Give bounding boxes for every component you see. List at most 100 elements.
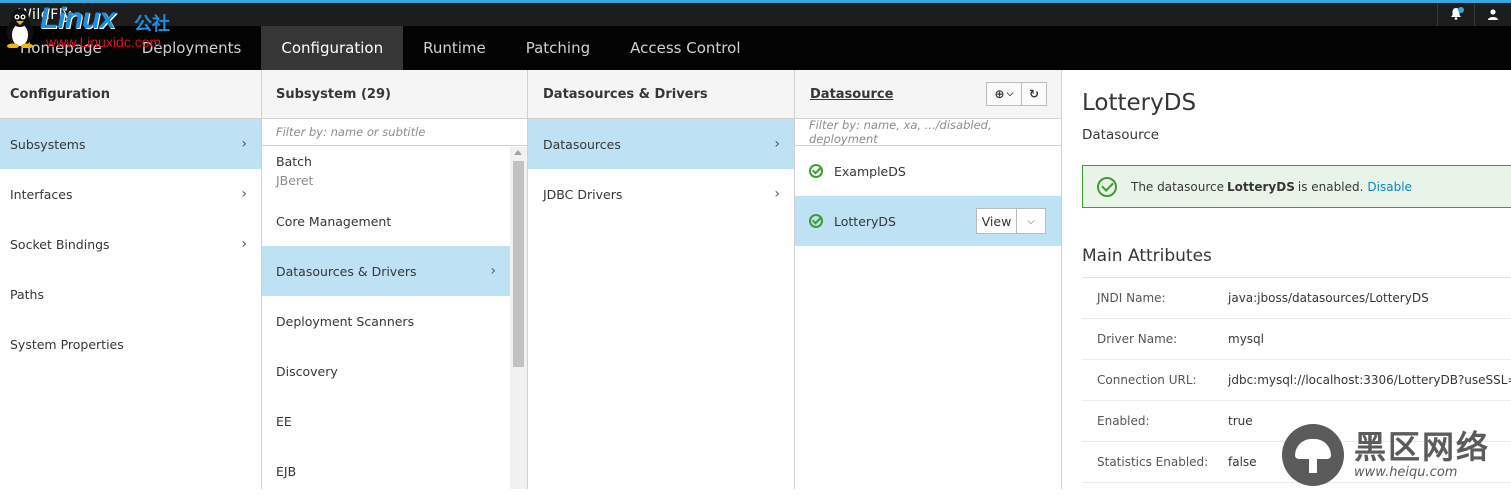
datasource-column: Datasource ⊕ ⌵ ↻ Filter by: name, xa, ..… [795,70,1062,489]
config-item-interfaces[interactable]: Interfaces › [0,169,261,219]
notifications-button[interactable] [1437,3,1474,26]
main-attributes-heading: Main Attributes [1082,246,1212,266]
configuration-column-title: Configuration [0,70,261,119]
config-item-subsystems[interactable]: Subsystems › [0,119,261,169]
chevron-right-icon: › [241,136,247,152]
subsystem-item-label: EJB [276,463,297,479]
dsdrivers-item-label: JDBC Drivers [543,186,623,202]
attribute-name: Driver Name: [1097,332,1178,346]
datasource-filter-input[interactable]: Filter by: name, xa, .../disabled, deplo… [795,118,1061,146]
subsystem-item-datasources-drivers[interactable]: Datasources & Drivers › [262,246,510,296]
view-button[interactable]: View [977,209,1017,233]
nav-deployments[interactable]: Deployments [122,26,262,70]
view-dropdown-toggle[interactable]: ⌵ [1017,209,1045,233]
ok-circle-icon [809,214,823,228]
refresh-icon: ↻ [1028,87,1040,101]
utility-bar: WildFly [0,3,1511,26]
subsystem-item-deployment-scanners[interactable]: Deployment Scanners [262,296,510,346]
datasources-drivers-column: Datasources & Drivers Datasources › JDBC… [528,70,795,489]
user-icon [1487,5,1499,24]
scrollbar-thumb[interactable] [513,161,524,367]
brand-logo: WildFly [18,7,72,23]
ok-circle-icon [809,164,823,178]
refresh-button[interactable]: ↻ [1022,82,1047,106]
configuration-column: Configuration Subsystems › Interfaces › … [0,70,262,489]
datasource-item-label: ExampleDS [834,163,906,179]
attribute-name: JNDI Name: [1097,291,1166,305]
subsystem-scrollbar[interactable] [510,147,527,489]
notification-dot [1458,7,1464,13]
datasource-column-title[interactable]: Datasource [810,87,893,102]
subsystem-item-label: Batch [276,154,312,169]
detail-subtitle: Datasource [1082,127,1160,143]
chevron-right-icon: › [241,236,247,252]
datasource-item-label: LotteryDS [834,213,896,229]
config-item-label: Subsystems [10,136,86,152]
subsystem-item-ee[interactable]: EE [262,396,510,446]
config-item-label: Paths [10,286,44,302]
nav-homepage[interactable]: Homepage [0,26,122,70]
dsdrivers-item-datasources[interactable]: Datasources › [528,119,794,169]
chevron-right-icon: › [490,263,496,279]
attribute-row: JNDI Name: java:jboss/datasources/Lotter… [1082,278,1511,319]
config-item-label: Socket Bindings [10,236,110,252]
attribute-name: Connection URL: [1097,373,1197,387]
dsdrivers-item-jdbc-drivers[interactable]: JDBC Drivers › [528,169,794,219]
nav-access-control[interactable]: Access Control [610,26,760,70]
subsystem-item-label: EE [276,413,292,429]
datasource-item-lotteryds[interactable]: LotteryDS View ⌵ [795,196,1061,246]
subsystem-item-batch[interactable]: Batch JBeret [262,146,510,196]
subsystem-item-core-management[interactable]: Core Management [262,196,510,246]
subsystem-column-title: Subsystem (29) [262,70,527,119]
attribute-value: false [1228,455,1257,469]
dsdrivers-item-label: Datasources [543,136,621,152]
user-menu-button[interactable] [1474,3,1511,26]
add-circle-icon: ⊕ [994,87,1005,101]
subsystem-item-label: Datasources & Drivers [276,263,417,279]
attribute-row: Connection URL: jdbc:mysql://localhost:3… [1082,360,1511,401]
detail-title: LotteryDS [1082,90,1197,116]
attribute-name: Statistics Enabled: [1097,455,1209,469]
attribute-value: jdbc:mysql://localhost:3306/LotteryDB?us… [1228,373,1511,387]
subsystem-item-subtitle: JBeret [276,173,314,188]
config-item-label: Interfaces [10,186,73,202]
attribute-name: Enabled: [1097,414,1150,428]
chevron-down-icon: ⌵ [1006,89,1014,99]
add-datasource-button[interactable]: ⊕ ⌵ [986,82,1022,106]
disable-link[interactable]: Disable [1367,180,1412,194]
status-alert: The datasource LotteryDS is enabled. Dis… [1082,165,1511,208]
mushroom-logo-icon [1282,423,1344,486]
chevron-down-icon: ⌵ [1027,215,1035,227]
scroll-up-arrow-icon[interactable] [514,150,522,155]
config-item-label: System Properties [10,336,124,352]
nav-runtime[interactable]: Runtime [403,26,506,70]
subsystem-item-discovery[interactable]: Discovery [262,346,510,396]
alert-suffix: is enabled. [1297,179,1364,194]
subsystem-item-label: Discovery [276,363,338,379]
view-button-group: View ⌵ [976,208,1046,234]
subsystem-item-label: Core Management [276,213,392,229]
nav-patching[interactable]: Patching [506,26,610,70]
heiqu-watermark: 黑区网络 www.heiqu.com [1276,420,1511,489]
attribute-value: true [1228,414,1253,428]
watermark-url: www.heiqu.com [1354,465,1458,480]
attribute-value: mysql [1228,332,1264,346]
chevron-right-icon: › [241,186,247,202]
datasource-item-exampleds[interactable]: ExampleDS [795,146,1061,196]
datasource-column-header: Datasource ⊕ ⌵ ↻ [795,70,1061,119]
ok-circle-icon [1097,176,1117,197]
chevron-right-icon: › [774,136,780,152]
attribute-row: Driver Name: mysql [1082,319,1511,360]
watermark-cn: 黑区网络 [1354,428,1491,466]
main-nav: Homepage Deployments Configuration Runti… [0,26,1511,70]
attribute-value: java:jboss/datasources/LotteryDS [1228,291,1429,305]
subsystem-column: Subsystem (29) Filter by: name or subtit… [262,70,528,489]
nav-configuration[interactable]: Configuration [261,26,404,70]
alert-datasource-name: LotteryDS [1227,179,1295,194]
config-item-paths[interactable]: Paths [0,269,261,319]
config-item-socket-bindings[interactable]: Socket Bindings › [0,219,261,269]
subsystem-filter-input[interactable]: Filter by: name or subtitle [262,119,527,146]
alert-prefix: The datasource [1131,179,1225,194]
config-item-system-properties[interactable]: System Properties [0,319,261,369]
subsystem-item-label: Deployment Scanners [276,313,415,329]
